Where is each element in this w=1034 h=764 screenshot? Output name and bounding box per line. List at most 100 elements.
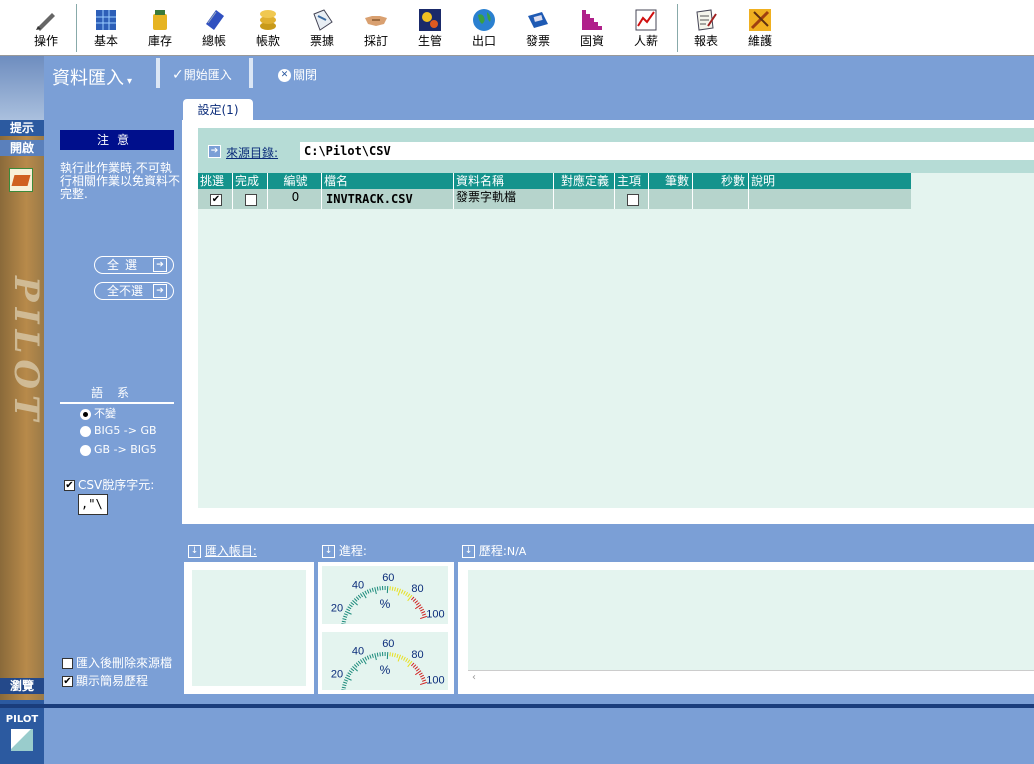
delete-after-import-checkbox[interactable]: 匯入後刪除來源檔 — [62, 654, 172, 671]
toolbar-item-notes[interactable]: 票據 — [299, 6, 345, 54]
gauge-tick — [345, 611, 351, 614]
table-row[interactable]: ✔ 0 INVTRACK.CSV 發票字軌檔 — [198, 189, 911, 209]
page-title[interactable]: 資料匯入▾ — [52, 64, 132, 90]
left-strip-band — [0, 56, 44, 120]
toolbar-item-reports[interactable]: 報表 — [683, 6, 729, 54]
open-folder-icon[interactable] — [9, 168, 33, 192]
row-count — [648, 189, 692, 209]
toolbar-item-export[interactable]: 出口 — [461, 6, 507, 54]
toolbar-item-maintenance[interactable]: 維護 — [737, 6, 783, 54]
toolbar-item-production[interactable]: 生管 — [407, 6, 453, 54]
gauge-tick — [367, 590, 369, 594]
import-accounts-label: 匯入帳目: — [205, 544, 257, 558]
gauge-tick — [415, 601, 418, 604]
col-filename[interactable]: 檔名 — [321, 173, 348, 189]
select-all-button[interactable]: 全選➔ — [94, 256, 174, 274]
radio-dot — [80, 445, 91, 456]
browse-button[interactable]: 瀏覽 — [0, 678, 44, 694]
source-dir-input[interactable]: C:\Pilot\CSV — [300, 142, 1034, 160]
gauge-label: 80 — [411, 583, 423, 595]
toolbar-item-label: 帳款 — [245, 34, 291, 48]
gauge-tick — [377, 653, 378, 657]
status-area: ↓ 匯入帳目: ↓ 進程: ↓ 歷程:N/A 020406080100% 020… — [182, 524, 1034, 708]
gauge-tick — [344, 614, 348, 615]
gauge-tick — [419, 607, 422, 609]
gauge-tick — [345, 677, 351, 680]
tips-button[interactable]: 提示 — [0, 120, 44, 136]
row-primary-checkbox[interactable] — [614, 189, 648, 209]
import-accounts-list[interactable] — [192, 570, 306, 686]
gauge-tick — [403, 657, 405, 661]
settings-inner: ➔ 來源目錄: C:\Pilot\CSV 挑選 完成 編號 檔名 資料名稱 對應… — [198, 128, 1034, 508]
gauge-tick — [372, 654, 373, 658]
col-dataname[interactable]: 資料名稱 — [453, 173, 504, 189]
chevron-down-icon: ▾ — [127, 76, 132, 87]
gauge-tick — [413, 599, 416, 602]
col-mapping[interactable]: 對應定義 — [553, 173, 614, 189]
row-done-checkbox[interactable] — [232, 189, 267, 209]
header-separator — [156, 58, 160, 88]
tab-settings[interactable]: 設定(1) — [183, 99, 253, 121]
toolbar-item-label: 基本 — [83, 34, 129, 48]
toolbar-item-accounts[interactable]: 帳款 — [245, 6, 291, 54]
toolbar-item-inventory[interactable]: 庫存 — [137, 6, 183, 54]
gauge-label: 60 — [382, 572, 394, 584]
deselect-all-label: 全不選 — [107, 284, 143, 298]
radio-dot — [80, 426, 91, 437]
col-seconds[interactable]: 秒數 — [692, 173, 748, 189]
main-toolbar: 操作 基本 庫存 總帳 帳款 票據 採訂 生管 出口 發票 固資 — [0, 0, 1034, 56]
gauge-tick — [343, 682, 347, 683]
toolbar-item-label: 出口 — [461, 34, 507, 48]
gauge-tick — [401, 656, 403, 660]
radio-gb-to-big5[interactable]: GB -> BIG5 — [80, 443, 157, 456]
csv-escape-checkbox[interactable]: ✔CSV脫序字元: — [64, 476, 154, 493]
toolbar-item-label: 固資 — [569, 34, 615, 48]
open-button[interactable]: 開啟 — [0, 140, 44, 156]
col-count[interactable]: 筆數 — [648, 173, 692, 189]
gauge-label: 20 — [331, 668, 343, 680]
row-note — [748, 189, 911, 209]
gauge-tick — [346, 609, 350, 611]
radio-big5-to-gb[interactable]: BIG5 -> GB — [80, 424, 157, 437]
toolbar-item-assets[interactable]: 固資 — [569, 6, 615, 54]
close-button[interactable]: ✕關閉 — [278, 66, 317, 83]
row-mapping[interactable] — [553, 189, 614, 209]
col-select[interactable]: 挑選 — [198, 173, 224, 189]
show-history-checkbox[interactable]: ✔顯示簡易歷程 — [62, 672, 148, 689]
toolbar-item-payroll[interactable]: 人薪 — [623, 6, 669, 54]
gauge-tick — [397, 654, 398, 658]
page-title-text: 資料匯入 — [52, 68, 124, 89]
left-strip: 提示 開啟 PILOT 瀏覽 PILOT — [0, 56, 44, 708]
arrow-down-icon: ↓ — [322, 545, 335, 558]
history-scrollbar[interactable]: ‹ — [468, 670, 1034, 686]
handshake-icon — [364, 8, 388, 32]
toolbar-item-operate[interactable]: 操作 — [23, 6, 69, 54]
history-log[interactable] — [468, 570, 1034, 678]
csv-escape-label: CSV脫序字元: — [78, 478, 154, 492]
col-primary[interactable]: 主項 — [614, 173, 641, 189]
disk-icon — [526, 8, 550, 32]
start-import-button[interactable]: ✓開始匯入 — [172, 66, 232, 83]
toolbar-item-label: 報表 — [683, 34, 729, 48]
toolbar-item-purchase[interactable]: 採訂 — [353, 6, 399, 54]
pilot-logo: PILOT — [0, 700, 44, 764]
gauge-label: 40 — [352, 579, 364, 591]
col-note[interactable]: 說明 — [748, 173, 775, 189]
col-id[interactable]: 編號 — [267, 173, 321, 189]
col-done[interactable]: 完成 — [232, 173, 259, 189]
row-select-checkbox[interactable]: ✔ — [198, 189, 232, 209]
csv-escape-input[interactable]: ,"\ — [78, 494, 108, 515]
report-icon — [694, 8, 718, 32]
gauge-dial: 020406080100% — [322, 632, 448, 690]
source-dir-label[interactable]: 來源目錄: — [226, 144, 278, 161]
radio-no-change[interactable]: 不變 — [80, 405, 116, 421]
toolbar-item-ledger[interactable]: 總帳 — [191, 6, 237, 54]
gauge-tick — [365, 657, 367, 661]
toolbar-item-invoice[interactable]: 發票 — [515, 6, 561, 54]
gauge-tick — [358, 661, 360, 664]
gauge-tick — [377, 587, 378, 591]
file-grid: 挑選 完成 編號 檔名 資料名稱 對應定義 主項 筆數 秒數 說明 ✔ 0 IN… — [198, 173, 1034, 508]
deselect-all-button[interactable]: 全不選➔ — [94, 282, 174, 300]
gauge-tick — [372, 588, 373, 592]
toolbar-item-basic[interactable]: 基本 — [83, 6, 129, 54]
